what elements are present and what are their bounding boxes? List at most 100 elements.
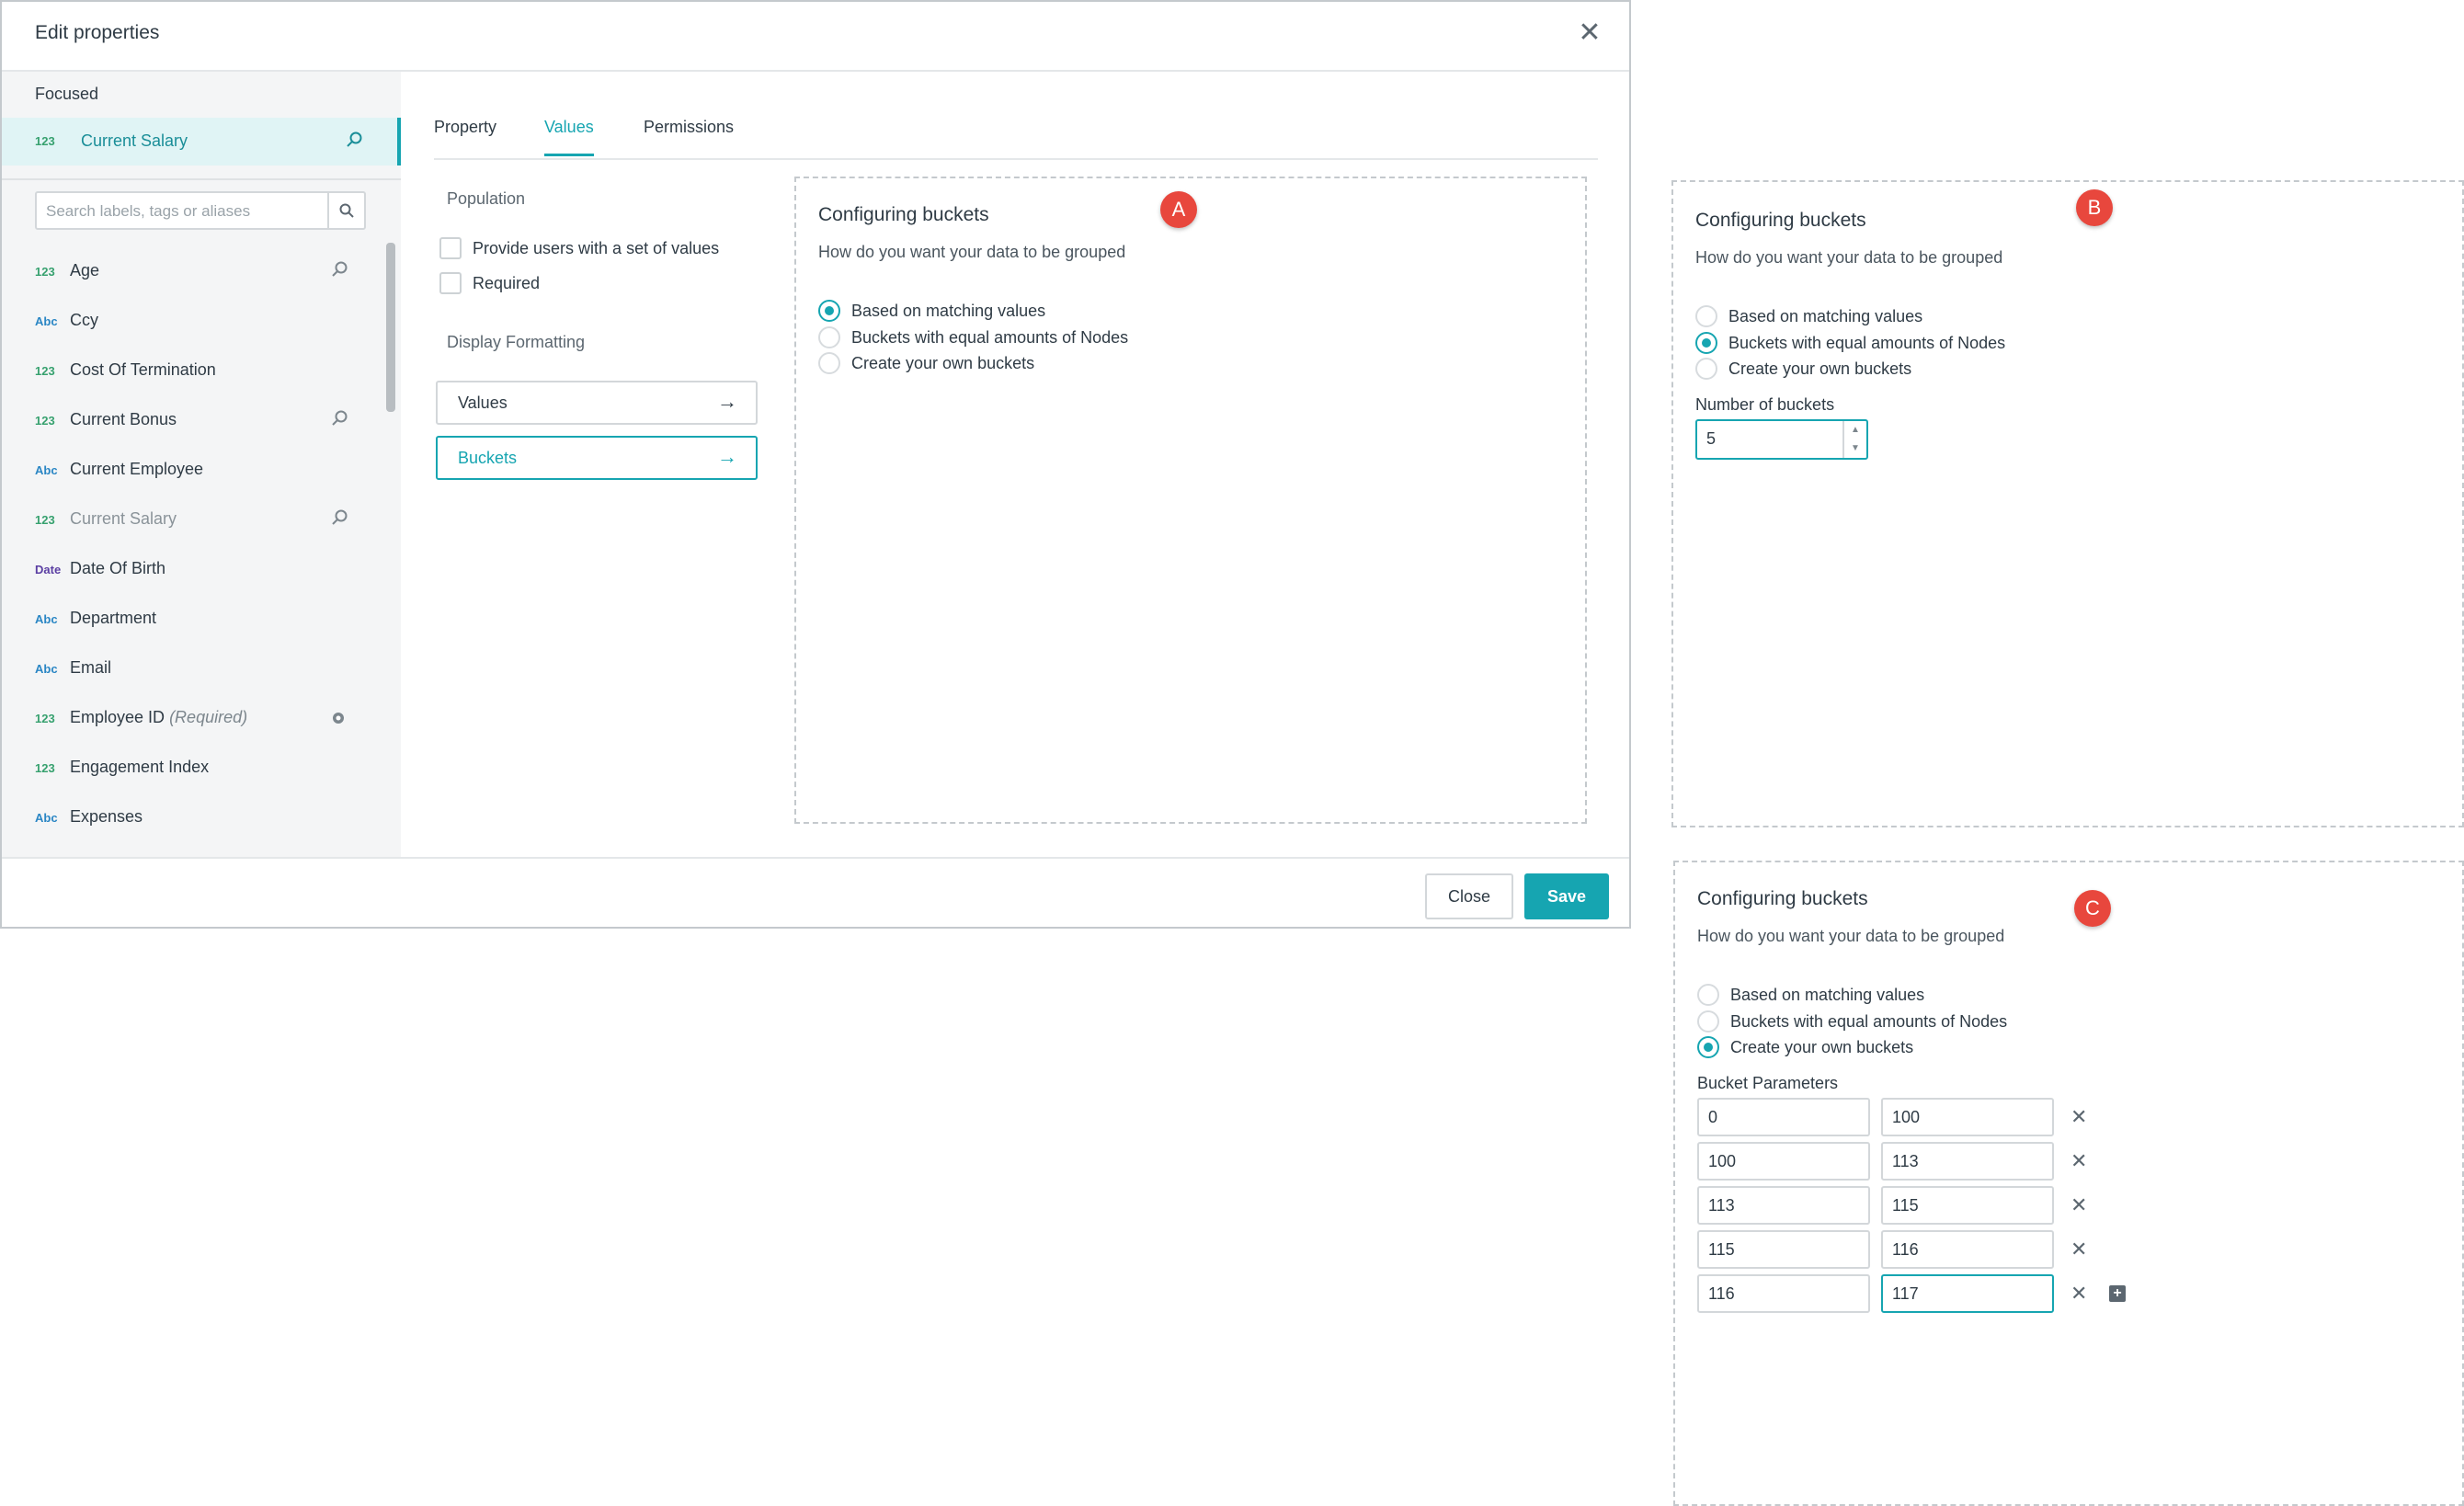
tab-values[interactable]: Values: [544, 118, 594, 156]
sidebar-item-label: Cost Of Termination: [70, 360, 216, 380]
option-label: Based on matching values: [851, 302, 1046, 320]
close-button[interactable]: Close: [1425, 873, 1513, 919]
bucket-from-input[interactable]: [1697, 1230, 1870, 1269]
sidebar-item-text: Current Employee: [70, 460, 204, 478]
number-type-icon: 123: [35, 513, 55, 527]
radio-button[interactable]: [1695, 332, 1717, 354]
sidebar-item[interactable]: 123 Current Salary: [2, 495, 381, 544]
dialog-title: Edit properties: [35, 22, 160, 43]
sidebar-item[interactable]: FTE: [2, 842, 381, 857]
bucket-from-field[interactable]: [1708, 1284, 1855, 1304]
bucket-from-field[interactable]: [1708, 1108, 1855, 1127]
number-type-icon: 123: [35, 364, 55, 378]
save-button[interactable]: Save: [1524, 873, 1609, 919]
sidebar-item-text: Current Salary: [70, 509, 177, 528]
bucket-from-input[interactable]: [1697, 1098, 1870, 1136]
provide-values-checkbox[interactable]: [439, 237, 462, 259]
bucket-to-input[interactable]: [1881, 1186, 2054, 1225]
bucket-to-field[interactable]: [1892, 1196, 2039, 1215]
bucket-to-field[interactable]: [1892, 1284, 2039, 1304]
sidebar-item-text: Cost Of Termination: [70, 360, 216, 379]
sidebar-item[interactable]: Abc Email: [2, 644, 381, 693]
bucket-from-input[interactable]: [1697, 1274, 1870, 1313]
values-format-button[interactable]: Values →: [436, 381, 758, 425]
radio-button[interactable]: [1697, 984, 1719, 1006]
number-type-icon: 123: [35, 712, 55, 725]
radio-button[interactable]: [818, 326, 840, 348]
remove-icon[interactable]: ✕: [2070, 1149, 2087, 1173]
arrow-right-icon: →: [717, 390, 737, 413]
number-of-buckets-stepper[interactable]: ▲ ▼: [1695, 419, 1868, 460]
tab-property[interactable]: Property: [434, 118, 496, 154]
sidebar-item[interactable]: Abc Department: [2, 594, 381, 644]
required-checkbox[interactable]: [439, 272, 462, 294]
radio-button[interactable]: [1695, 358, 1717, 380]
dialog-footer: Close Save: [2, 857, 1629, 929]
property-list: 123 Age Abc Ccy 123 Cost Of Termination 123 Cur…: [2, 246, 381, 857]
radio-button[interactable]: [1697, 1036, 1719, 1058]
sidebar-item-label: Ccy: [70, 311, 98, 330]
sidebar-item[interactable]: 123 Age: [2, 246, 381, 296]
bucket-from-field[interactable]: [1708, 1240, 1855, 1260]
required-dot-icon[interactable]: [331, 707, 346, 730]
sidebar-item-label: Date Of Birth: [70, 559, 165, 578]
remove-icon[interactable]: ✕: [2070, 1193, 2087, 1217]
search-focus-icon[interactable]: [331, 409, 349, 432]
stepper-controls[interactable]: ▲ ▼: [1842, 421, 1866, 458]
bucket-to-input[interactable]: [1881, 1274, 2054, 1313]
chevron-up-icon[interactable]: ▲: [1844, 421, 1866, 439]
scrollbar[interactable]: [386, 243, 395, 412]
number-of-buckets-input[interactable]: [1706, 429, 1835, 449]
buckets-format-button[interactable]: Buckets →: [436, 436, 758, 480]
close-icon[interactable]: ✕: [1576, 19, 1603, 48]
option-label: Buckets with equal amounts of Nodes: [851, 328, 1129, 347]
configuring-buckets-panel-b: Configuring buckets How do you want your…: [1671, 180, 2464, 827]
sidebar-item-text: Engagement Index: [70, 758, 210, 776]
radio-button[interactable]: [1697, 1010, 1719, 1033]
remove-icon[interactable]: ✕: [2070, 1105, 2087, 1129]
sidebar-item[interactable]: Abc Ccy: [2, 296, 381, 346]
sidebar-item-label: Employee ID (Required): [70, 708, 247, 727]
bucket-from-field[interactable]: [1708, 1152, 1855, 1171]
bucket-from-input[interactable]: [1697, 1142, 1870, 1181]
sidebar-item[interactable]: Abc Current Employee: [2, 445, 381, 495]
search-icon[interactable]: [327, 193, 364, 228]
bucket-to-input[interactable]: [1881, 1230, 2054, 1269]
sidebar-item[interactable]: 123 Employee ID (Required): [2, 693, 381, 743]
sidebar-item[interactable]: 123 Cost Of Termination: [2, 346, 381, 395]
radio-button[interactable]: [818, 352, 840, 374]
remove-icon[interactable]: ✕: [2070, 1238, 2087, 1261]
focused-heading: Focused: [35, 85, 99, 103]
number-type-icon: 123: [35, 134, 55, 148]
tab-permissions[interactable]: Permissions: [644, 118, 734, 154]
radio-button[interactable]: [818, 300, 840, 322]
bucket-to-input[interactable]: [1881, 1142, 2054, 1181]
provide-values-label: Provide users with a set of values: [473, 239, 720, 257]
radio-button[interactable]: [1695, 305, 1717, 327]
search-focus-icon[interactable]: [346, 131, 364, 154]
sidebar-item[interactable]: Abc Expenses: [2, 793, 381, 842]
annotation-marker-c: C: [2074, 890, 2111, 927]
focused-property-item[interactable]: 123 Current Salary: [2, 118, 401, 165]
sidebar-item[interactable]: 123 Current Bonus: [2, 395, 381, 445]
bucket-from-input[interactable]: [1697, 1186, 1870, 1225]
sidebar-item[interactable]: 123 Engagement Index: [2, 743, 381, 793]
search-focus-icon[interactable]: [331, 508, 349, 531]
sidebar-item-label: Engagement Index: [70, 758, 209, 777]
remove-icon[interactable]: ✕: [2070, 1282, 2087, 1306]
edit-properties-dialog: Edit properties ✕ Focused 123 Current Sa…: [0, 0, 1631, 929]
bucket-to-input[interactable]: [1881, 1098, 2054, 1136]
add-row-icon[interactable]: +: [2109, 1285, 2126, 1302]
panel-subtitle: How do you want your data to be grouped: [1695, 248, 2003, 267]
sidebar-item[interactable]: Date Date Of Birth: [2, 544, 381, 594]
bucket-to-field[interactable]: [1892, 1152, 2039, 1171]
bucket-from-field[interactable]: [1708, 1196, 1855, 1215]
sidebar-item-text: Expenses: [70, 807, 143, 826]
sidebar-item-text: Age: [70, 261, 100, 280]
sidebar-item-label: Expenses: [70, 807, 143, 827]
bucket-to-field[interactable]: [1892, 1240, 2039, 1260]
bucket-to-field[interactable]: [1892, 1108, 2039, 1127]
search-input[interactable]: [46, 200, 322, 222]
search-focus-icon[interactable]: [331, 260, 349, 283]
chevron-down-icon[interactable]: ▼: [1844, 439, 1866, 458]
